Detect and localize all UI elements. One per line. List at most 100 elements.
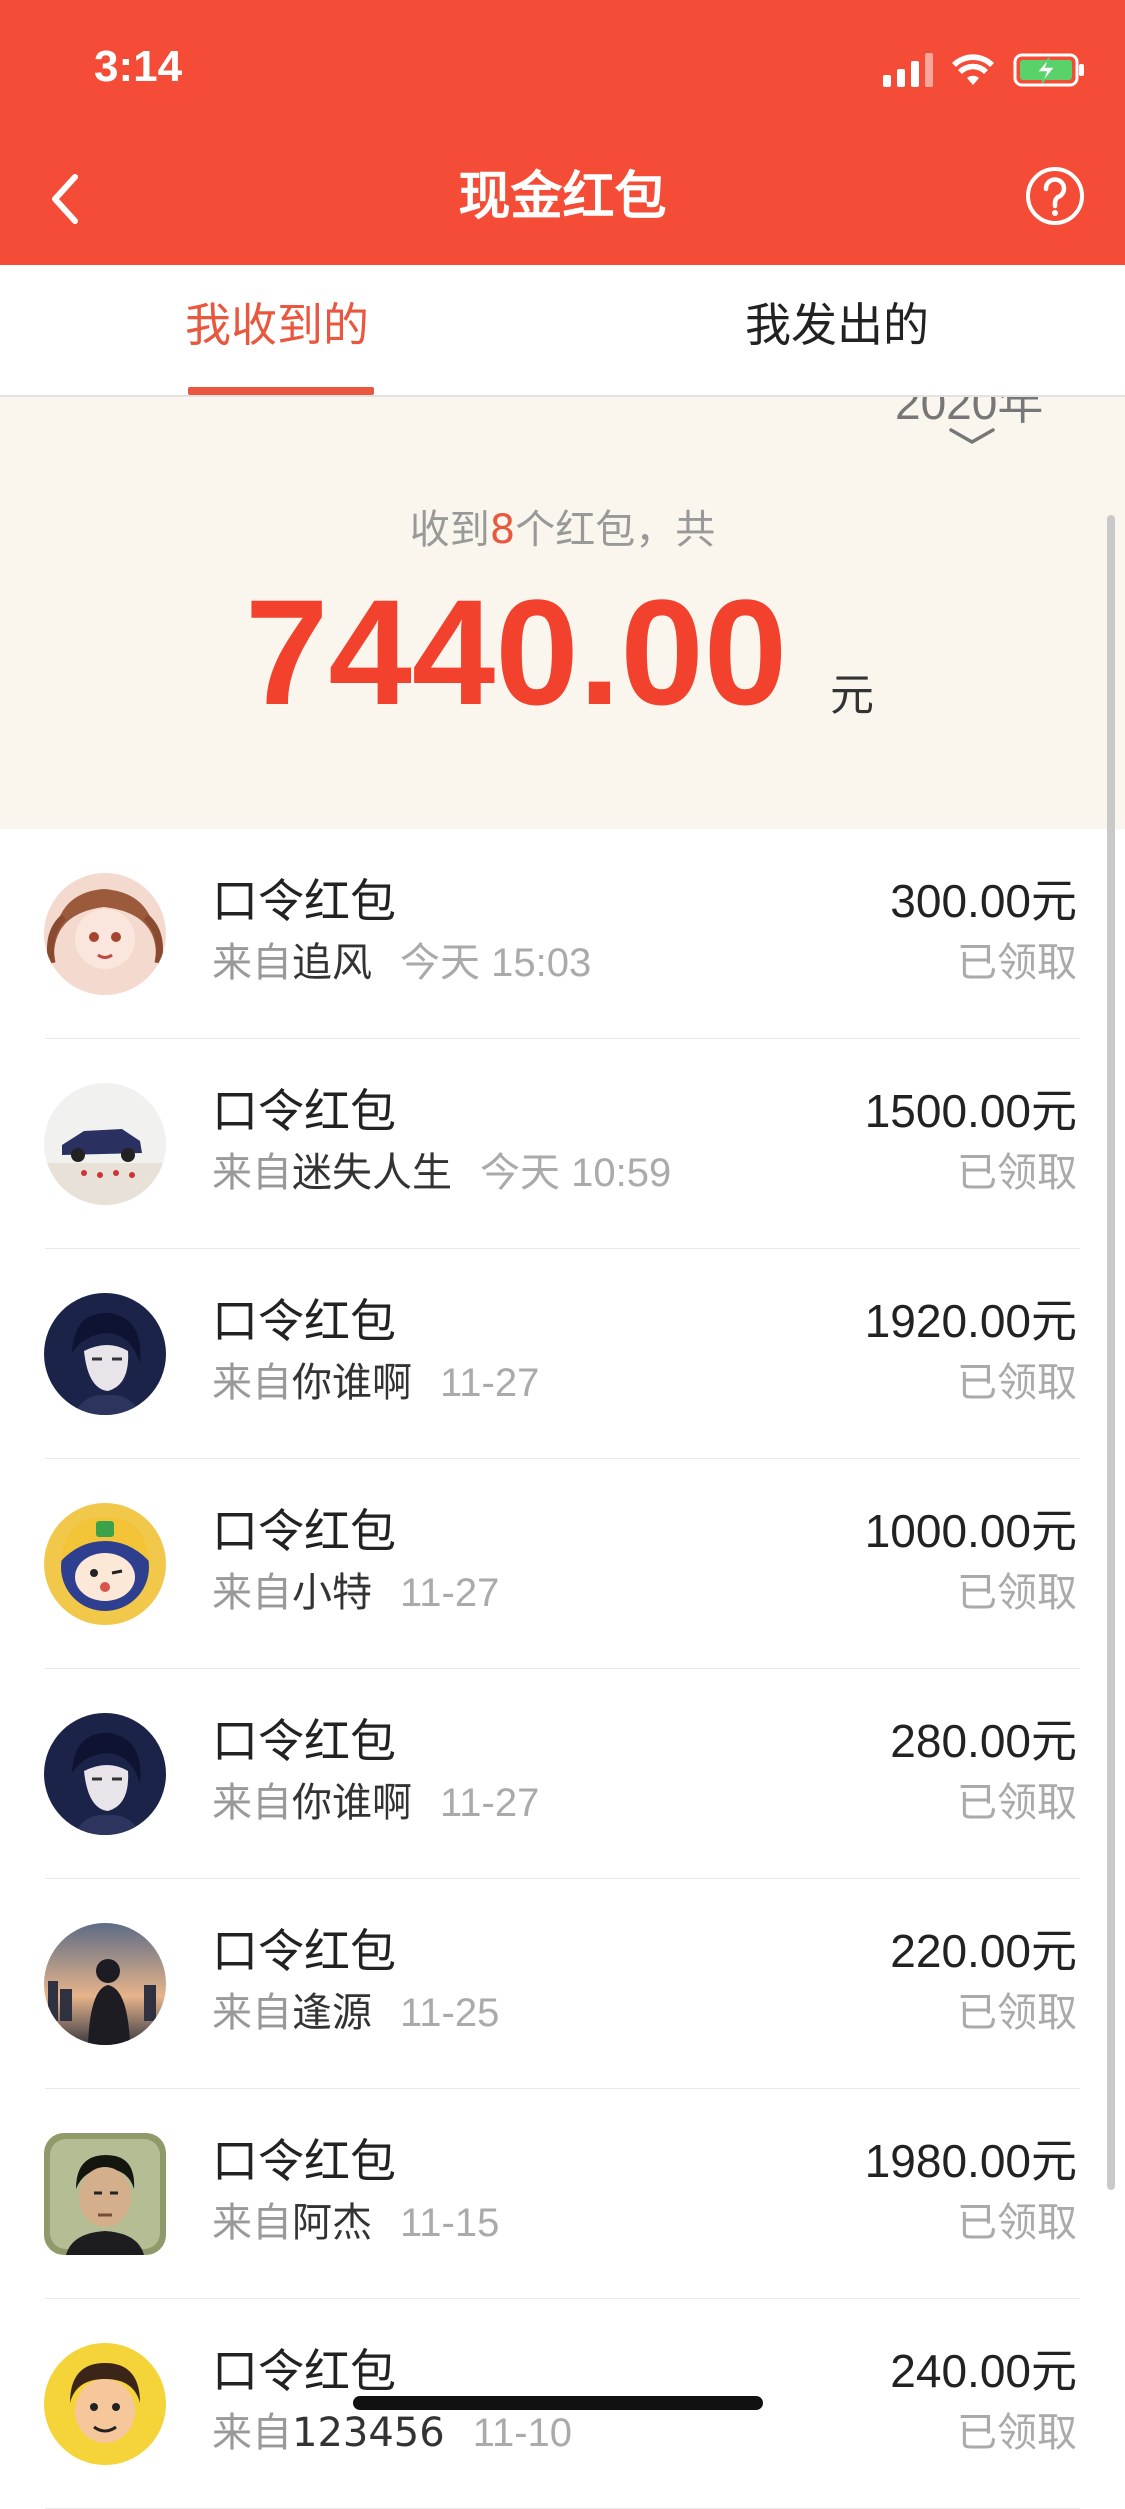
active-tab-indicator <box>188 387 374 395</box>
packet-time: 11-15 <box>400 2201 500 2245</box>
summary-prefix: 收到 <box>409 507 490 553</box>
packet-type: 口令红包 <box>212 1504 396 1558</box>
packet-type: 口令红包 <box>212 1084 396 1138</box>
total-unit: 元 <box>830 670 874 721</box>
packet-type: 口令红包 <box>212 1924 396 1978</box>
avatar <box>44 2343 166 2465</box>
amount-unit: 元 <box>1031 1294 1077 1348</box>
from-label: 来自 <box>212 1570 292 1616</box>
packet-source: 来自迷失人生 今天 10:59 <box>212 1147 671 1199</box>
amount-unit: 元 <box>1031 1924 1077 1978</box>
packet-amount: 1920.00元 <box>865 1291 1077 1351</box>
chevron-down-icon[interactable] <box>947 425 997 447</box>
packet-amount: 240.00元 <box>890 2341 1077 2401</box>
packet-time: 11-27 <box>400 1571 500 1615</box>
list-item[interactable]: 口令红包 来自追风 今天 15:03 300.00元 已领取 <box>0 829 1125 1039</box>
sender-name: 你谁啊 <box>292 1360 412 1406</box>
amount-value: 280.00 <box>890 1715 1031 1767</box>
nav-bar: 现金红包 <box>0 140 1125 252</box>
from-label: 来自 <box>212 1360 292 1406</box>
from-label: 来自 <box>212 2410 292 2456</box>
packet-time: 11-10 <box>472 2411 573 2455</box>
packet-type: 口令红包 <box>212 2134 396 2188</box>
list-item[interactable]: 口令红包 来自小特 11-27 1000.00元 已领取 <box>0 1459 1125 1669</box>
packet-time: 11-25 <box>400 1991 500 2035</box>
packet-type: 口令红包 <box>212 1294 396 1348</box>
avatar <box>44 1923 166 2045</box>
packet-type: 口令红包 <box>212 874 396 928</box>
home-indicator[interactable] <box>353 2396 763 2410</box>
avatar <box>44 1713 166 1835</box>
packet-status: 已领取 <box>957 1360 1077 1406</box>
sender-name: 123456 <box>292 2410 445 2456</box>
packet-time: 今天 15:03 <box>400 941 592 985</box>
list-item[interactable]: 口令红包 来自阿杰 11-15 1980.00元 已领取 <box>0 2089 1125 2299</box>
sender-name: 逢源 <box>292 1990 372 2036</box>
summary-text: 收到8个红包，共 <box>0 497 1125 555</box>
amount-unit: 元 <box>1031 1714 1077 1768</box>
from-label: 来自 <box>212 1150 292 1196</box>
sender-name: 你谁啊 <box>292 1780 412 1826</box>
sender-name: 迷失人生 <box>292 1150 452 1196</box>
page-title: 现金红包 <box>458 167 667 227</box>
packet-amount: 280.00元 <box>890 1711 1077 1771</box>
packet-source: 来自逢源 11-25 <box>212 1987 499 2039</box>
avatar <box>44 1503 166 1625</box>
summary-suffix: 个红包，共 <box>515 507 716 553</box>
amount-unit: 元 <box>1031 1504 1077 1558</box>
packet-list: 口令红包 来自追风 今天 15:03 300.00元 已领取 口令红包 来自迷失人… <box>0 829 1125 2509</box>
amount-value: 1500.00 <box>864 1085 1031 1137</box>
list-item[interactable]: 口令红包 来自逢源 11-25 220.00元 已领取 <box>0 1879 1125 2089</box>
amount-value: 300.00 <box>890 875 1031 927</box>
tab-received[interactable]: 我收到的 <box>185 295 369 355</box>
amount-unit: 元 <box>1031 1084 1077 1138</box>
packet-source: 来自追风 今天 15:03 <box>212 937 591 989</box>
packet-amount: 300.00元 <box>890 871 1077 931</box>
packet-source: 来自你谁啊 11-27 <box>212 1357 539 1409</box>
from-label: 来自 <box>212 1780 292 1826</box>
amount-unit: 元 <box>1031 2344 1077 2398</box>
list-item[interactable]: 口令红包 来自你谁啊 11-27 280.00元 已领取 <box>0 1669 1125 1879</box>
packet-status: 已领取 <box>957 2200 1077 2246</box>
tab-bar: 我收到的 我发出的 <box>0 265 1125 397</box>
packet-status: 已领取 <box>957 940 1077 986</box>
avatar <box>44 1083 166 1205</box>
tab-sent[interactable]: 我发出的 <box>745 295 929 355</box>
amount-value: 1980.00 <box>864 2135 1031 2187</box>
packet-amount: 220.00元 <box>890 1921 1077 1981</box>
amount-unit: 元 <box>1031 874 1077 928</box>
amount-value: 1920.00 <box>864 1295 1031 1347</box>
sender-name: 小特 <box>292 1570 372 1616</box>
packet-time: 11-27 <box>440 1781 540 1825</box>
list-item[interactable]: 口令红包 来自你谁啊 11-27 1920.00元 已领取 <box>0 1249 1125 1459</box>
amount-unit: 元 <box>1031 2134 1077 2188</box>
list-item[interactable]: 口令红包 来自迷失人生 今天 10:59 1500.00元 已领取 <box>0 1039 1125 1249</box>
packet-source: 来自小特 11-27 <box>212 1567 499 1619</box>
status-icons <box>883 48 1085 92</box>
header-bar: 3:14 现金红包 <box>0 0 1125 265</box>
packet-source: 来自123456 11-10 <box>212 2407 572 2459</box>
help-button[interactable] <box>1025 166 1085 226</box>
sender-name: 阿杰 <box>292 2200 372 2246</box>
amount-value: 1000.00 <box>864 1505 1031 1557</box>
signal-icon <box>883 53 933 87</box>
packet-status: 已领取 <box>957 1570 1077 1616</box>
packet-amount: 1980.00元 <box>865 2131 1077 2191</box>
packet-type: 口令红包 <box>212 1714 396 1768</box>
question-circle-icon <box>1026 167 1084 225</box>
packet-type: 口令红包 <box>212 2344 396 2398</box>
amount-value: 240.00 <box>890 2345 1031 2397</box>
avatar <box>44 2133 166 2255</box>
from-label: 来自 <box>212 940 292 986</box>
summary-panel: 2020年 收到8个红包，共 7440.00 元 <box>0 397 1125 829</box>
total-amount: 7440.00 <box>245 568 788 736</box>
packet-status: 已领取 <box>957 2410 1077 2456</box>
amount-value: 220.00 <box>890 1925 1031 1977</box>
avatar <box>44 873 166 995</box>
packet-amount: 1000.00元 <box>865 1501 1077 1561</box>
packet-amount: 1500.00元 <box>865 1081 1077 1141</box>
from-label: 来自 <box>212 1990 292 2036</box>
scrollbar[interactable] <box>1107 515 1115 2190</box>
from-label: 来自 <box>212 2200 292 2246</box>
packet-time: 今天 10:59 <box>480 1151 672 1195</box>
